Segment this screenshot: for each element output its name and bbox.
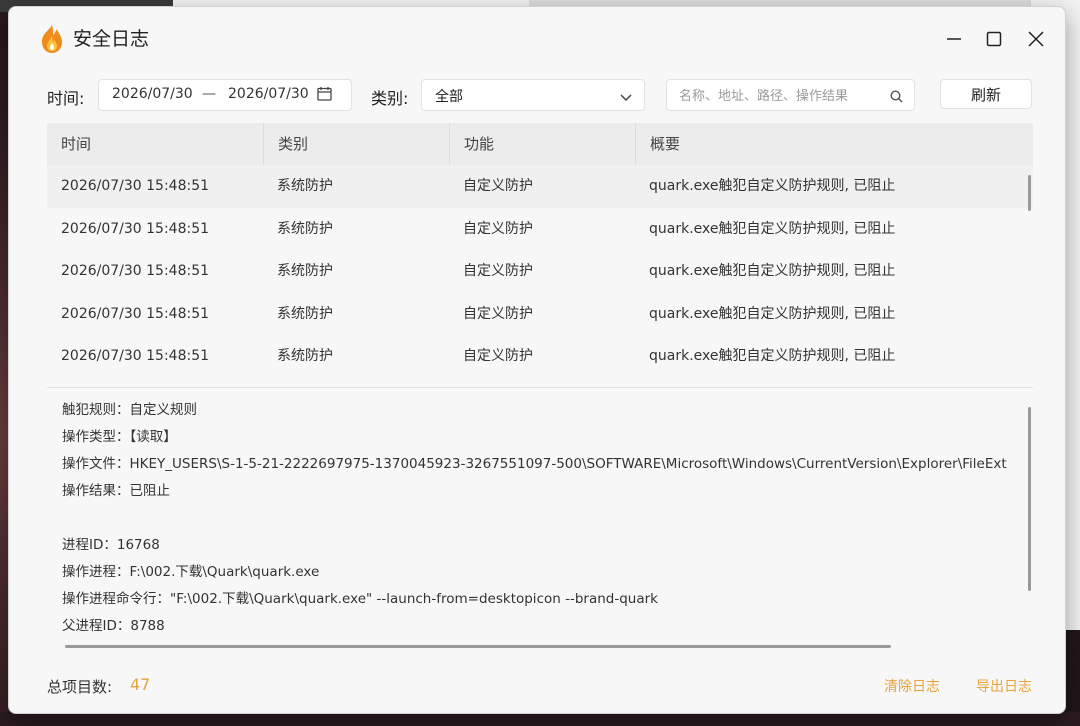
table-row[interactable]: 2026/07/30 15:48:51 系统防护 自定义防护 quark.exe… xyxy=(47,165,1033,208)
cell-category: 系统防护 xyxy=(277,305,333,322)
cell-function: 自定义防护 xyxy=(463,348,533,364)
cell-time: 2026/07/30 15:48:51 xyxy=(61,263,210,279)
search-box xyxy=(666,79,915,111)
time-label: 时间: xyxy=(47,89,85,108)
cell-summary: quark.exe触犯自定义防护规则, 已阻止 xyxy=(649,348,896,364)
table-body: 2026/07/30 15:48:51 系统防护 自定义防护 quark.exe… xyxy=(47,165,1033,387)
table-scrollbar[interactable] xyxy=(1028,175,1031,211)
log-detail-pane: 触犯规则：自定义规则 操作类型：【读取】 操作文件：HKEY_USERS\S-1… xyxy=(47,395,1027,645)
maximize-icon xyxy=(986,31,1002,47)
detail-horizontal-scrollbar[interactable] xyxy=(65,645,891,648)
chevron-down-icon xyxy=(620,90,632,106)
cell-time: 2026/07/30 15:48:51 xyxy=(61,348,210,364)
column-header-category[interactable]: 类别 xyxy=(263,123,449,165)
column-header-summary[interactable]: 概要 xyxy=(635,123,1033,165)
category-select[interactable]: 全部 xyxy=(421,79,645,111)
detail-operation-result: 操作结果：已阻止 xyxy=(62,483,170,499)
cell-category: 系统防护 xyxy=(277,348,333,364)
date-end[interactable]: 2026/07/30 xyxy=(228,86,309,102)
window-title: 安全日志 xyxy=(73,28,150,50)
close-button[interactable] xyxy=(1017,21,1055,57)
search-icon[interactable] xyxy=(890,88,903,107)
minimize-button[interactable] xyxy=(935,21,973,57)
detail-process-id: 进程ID：16768 xyxy=(62,537,160,553)
refresh-button[interactable]: 刷新 xyxy=(940,79,1032,109)
detail-operation-file: 操作文件：HKEY_USERS\S-1-5-21-2222697975-1370… xyxy=(62,456,1007,472)
category-label: 类别: xyxy=(371,89,409,108)
cell-function: 自定义防护 xyxy=(463,305,533,322)
footer-bar: 总项目数: 47 清除日志 导出日志 xyxy=(9,671,1065,701)
cell-category: 系统防护 xyxy=(277,263,333,279)
cell-function: 自定义防护 xyxy=(463,220,533,237)
cell-category: 系统防护 xyxy=(277,220,333,237)
minimize-icon xyxy=(946,31,962,47)
background-bottom-strip xyxy=(0,712,1080,726)
cell-category: 系统防护 xyxy=(277,178,333,194)
close-icon xyxy=(1028,31,1044,47)
table-row[interactable]: 2026/07/30 15:48:51 系统防护 自定义防护 quark.exe… xyxy=(47,293,1033,336)
category-select-value: 全部 xyxy=(435,89,463,105)
title-bar: 安全日志 xyxy=(9,7,1065,69)
table-row[interactable]: 2026/07/30 15:48:51 系统防护 自定义防护 quark.exe… xyxy=(47,250,1033,293)
table-header: 时间 类别 功能 概要 xyxy=(47,123,1033,166)
cell-summary: quark.exe触犯自定义防护规则, 已阻止 xyxy=(649,263,896,279)
cell-time: 2026/07/30 15:48:51 xyxy=(61,178,210,194)
detail-rule: 触犯规则：自定义规则 xyxy=(62,402,197,418)
flame-shield-icon xyxy=(39,24,65,54)
total-items-label: 总项目数: xyxy=(47,678,113,696)
filter-bar: 时间: 2026/07/30 — 2026/07/30 类别: 全部 名称、地址… xyxy=(9,77,1065,113)
total-items-count: 47 xyxy=(130,675,151,694)
column-header-time[interactable]: 时间 xyxy=(47,123,263,165)
cell-time: 2026/07/30 15:48:51 xyxy=(61,305,210,322)
cell-function: 自定义防护 xyxy=(463,263,533,279)
detail-process-path: 操作进程：F:\002.下载\Quark\quark.exe xyxy=(62,564,320,580)
column-header-function[interactable]: 功能 xyxy=(449,123,635,165)
security-log-window: 安全日志 时间: 2026/07/30 — 2026/07/30 类别: 全部 … xyxy=(8,6,1066,714)
detail-parent-process-id: 父进程ID：8788 xyxy=(62,618,165,634)
maximize-button[interactable] xyxy=(975,21,1013,57)
cell-summary: quark.exe触犯自定义防护规则, 已阻止 xyxy=(649,305,896,322)
cell-time: 2026/07/30 15:48:51 xyxy=(61,220,210,237)
detail-operation-type: 操作类型：【读取】 xyxy=(62,429,177,445)
export-log-link[interactable]: 导出日志 xyxy=(976,676,1032,696)
cell-function: 自定义防护 xyxy=(463,178,533,194)
clear-log-link[interactable]: 清除日志 xyxy=(884,676,940,696)
detail-vertical-scrollbar[interactable] xyxy=(1028,407,1031,591)
detail-command-line: 操作进程命令行："F:\002.下载\Quark\quark.exe" --la… xyxy=(62,591,658,607)
divider xyxy=(47,387,1033,388)
table-row[interactable]: 2026/07/30 15:48:51 系统防护 自定义防护 quark.exe… xyxy=(47,335,1033,378)
cell-summary: quark.exe触犯自定义防护规则, 已阻止 xyxy=(649,178,896,194)
table-row[interactable]: 2026/07/30 15:48:51 系统防护 自定义防护 quark.exe… xyxy=(47,208,1033,251)
date-range-picker[interactable]: 2026/07/30 — 2026/07/30 xyxy=(98,79,352,111)
log-table: 时间 类别 功能 概要 2026/07/30 15:48:51 系统防护 自定义… xyxy=(47,123,1033,387)
cell-summary: quark.exe触犯自定义防护规则, 已阻止 xyxy=(649,220,896,237)
date-start[interactable]: 2026/07/30 xyxy=(112,86,193,102)
search-input[interactable] xyxy=(677,84,881,108)
calendar-icon[interactable] xyxy=(317,87,332,105)
date-separator: — xyxy=(202,86,216,102)
